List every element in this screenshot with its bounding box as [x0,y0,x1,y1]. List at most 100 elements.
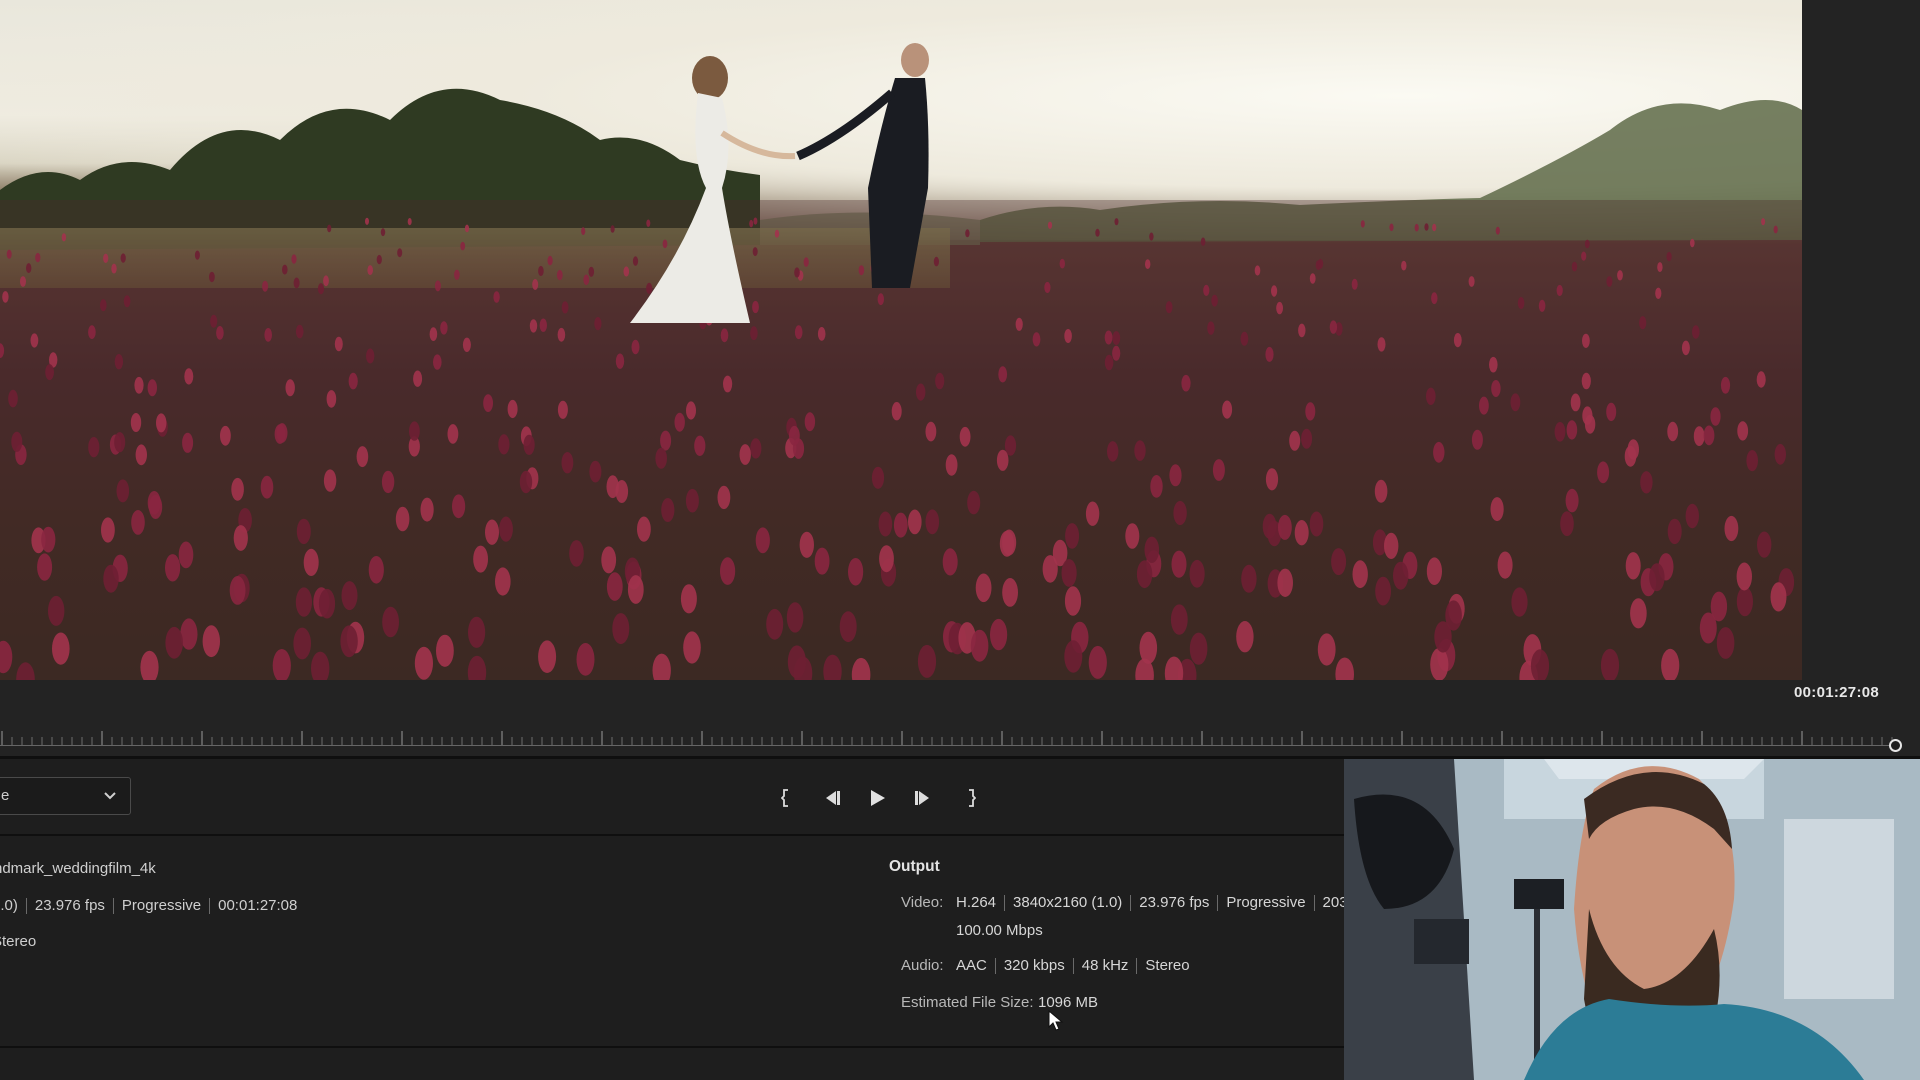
mark-in-button[interactable] [776,783,796,813]
clover-blossom [216,326,224,340]
clover-blossom [296,518,311,545]
step-forward-button[interactable] [911,783,937,813]
clover-blossom [1189,559,1205,588]
clover-blossom [1114,218,1119,226]
clover-blossom [493,291,500,303]
mark-out-icon [969,789,976,807]
clover-blossom [674,412,685,432]
clover-blossom [135,444,147,466]
clover-blossom [178,541,194,569]
clover-blossom [680,584,697,614]
clover-blossom [61,233,67,242]
clover-blossom [1581,372,1591,390]
clover-blossom [420,497,434,522]
clover-blossom [123,295,131,308]
clover-blossom [260,475,274,499]
clover-blossom [1351,278,1358,290]
clover-blossom [1617,270,1623,281]
clover-blossom [48,595,65,626]
clover-blossom [1703,425,1715,446]
clover-blossom [473,545,488,573]
clover-blossom [879,545,894,573]
clover-blossom [839,611,857,643]
clover-blossom [165,626,183,659]
play-button[interactable] [864,783,890,813]
clover-blossom [1720,376,1731,394]
clover-blossom [588,266,595,277]
clover-blossom [975,573,992,603]
clover-blossom [452,494,466,519]
clover-blossom [1560,511,1574,537]
clover-blossom [723,375,733,393]
clover-blossom [414,646,433,680]
clover-blossom [114,432,126,453]
clover-blossom [519,470,533,494]
clover-blossom [893,512,908,538]
source-video-details: 1.0) 23.976 fps Progressive 00:01:27:08 [0,897,297,914]
clover-blossom [1710,591,1728,622]
clover-blossom [1414,223,1419,232]
playback-controls: e [0,759,1344,835]
source-file-name: ndmark_weddingfilm_4k [0,860,156,877]
clover-blossom [786,602,804,633]
clover-blossom [1277,568,1293,597]
clover-blossom [1173,500,1187,526]
clover-blossom [2,291,9,303]
clover-blossom [1165,301,1173,314]
clover-blossom [1265,346,1274,362]
clover-blossom [1309,273,1316,284]
clover-blossom [120,253,126,263]
clover-blossom [891,402,902,421]
clover-blossom [538,265,544,277]
clover-blossom [1693,426,1705,446]
mark-out-button[interactable] [961,783,981,813]
clover-blossom [1002,529,1017,556]
clover-blossom [468,616,486,648]
source-info-panel: ndmark_weddingfilm_4k 1.0) 23.976 fps Pr… [0,836,880,1046]
timeline-ticks [1,731,1893,745]
output-video-codec: H.264 [956,894,997,911]
clover-blossom [285,379,295,397]
clover-blossom [1374,479,1388,503]
clover-blossom [1757,531,1772,558]
clover-blossom [381,470,395,494]
clover-blossom [295,587,312,617]
clover-blossom [917,644,937,678]
clover-blossom [1737,421,1749,441]
clover-blossom [1298,323,1306,338]
mark-in-icon [781,789,788,807]
clover-blossom [1104,330,1113,345]
clover-blossom [1554,422,1566,442]
separator [1004,894,1006,911]
clover-blossom [348,372,358,390]
playhead-handle[interactable] [1889,739,1902,752]
step-back-button[interactable] [818,783,844,813]
clover-blossom [1667,518,1682,545]
clover-blossom [817,327,826,341]
clover-blossom [1150,475,1163,498]
clover-blossom [1236,621,1254,653]
clover-blossom [429,327,438,341]
clover-blossom [1453,333,1462,348]
output-video-bitrate: 100.00 Mbps [956,922,1043,939]
clover-blossom [1125,523,1140,549]
clover-blossom [1278,514,1292,540]
clover-blossom [557,327,566,342]
clover-blossom [1271,285,1278,297]
clover-blossom [340,625,358,658]
source-audio-details: Stereo [0,933,36,950]
source-range-dropdown[interactable]: e [0,777,131,815]
clover-blossom [1761,218,1766,226]
timeline-scrubber[interactable] [0,728,1920,754]
clover-blossom [447,424,459,444]
clover-blossom [655,447,667,469]
clover-blossom [1432,223,1437,232]
clover-blossom [291,254,297,264]
clover-blossom [220,425,231,446]
duration-timecode: 00:01:27:08 [1794,684,1880,701]
clover-blossom [1389,223,1394,232]
clover-blossom [498,434,510,455]
clover-blossom [990,618,1008,651]
clover-blossom [1630,598,1647,629]
clover-blossom [495,567,511,596]
